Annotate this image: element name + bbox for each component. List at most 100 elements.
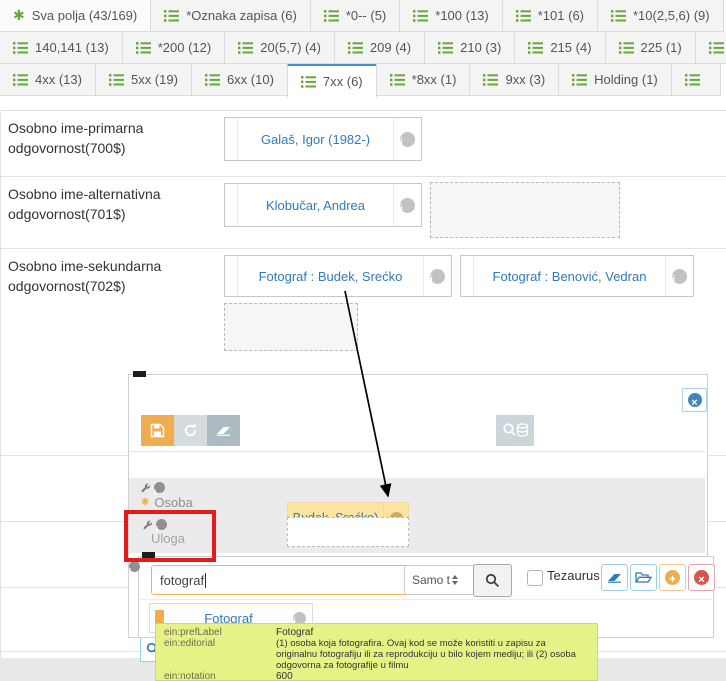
clear-search-button[interactable] bbox=[601, 564, 628, 591]
wrench-icon[interactable] bbox=[141, 483, 151, 493]
row-separator bbox=[0, 110, 726, 111]
info-icon[interactable] bbox=[154, 482, 165, 493]
tab-overflow-2[interactable] bbox=[671, 64, 721, 96]
search-button[interactable] bbox=[473, 564, 512, 597]
tab-holding[interactable]: Holding (1) bbox=[558, 64, 672, 96]
tooltip-key: ein:prefLabel bbox=[164, 627, 276, 638]
refresh-button[interactable] bbox=[174, 415, 207, 446]
tab-label: *0-- (5) bbox=[346, 8, 386, 23]
authority-link[interactable]: Fotograf : Budek, Srećko bbox=[238, 256, 423, 296]
tab-5xx[interactable]: 5xx (19) bbox=[95, 64, 192, 96]
chip-handle bbox=[225, 256, 238, 296]
eraser-icon bbox=[607, 572, 623, 583]
chip-info-area[interactable] bbox=[665, 256, 693, 296]
tab-215[interactable]: 215 (4) bbox=[514, 32, 605, 64]
tab-label: *101 (6) bbox=[538, 8, 584, 23]
folder-icon bbox=[635, 571, 652, 584]
required-asterisk-icon bbox=[141, 497, 149, 508]
tab-140-141[interactable]: 140,141 (13) bbox=[0, 32, 123, 64]
text-caret bbox=[205, 573, 206, 588]
info-icon bbox=[430, 269, 445, 284]
tab-225[interactable]: 225 (1) bbox=[605, 32, 696, 64]
select-spinner-icon bbox=[452, 575, 458, 585]
term-details-tooltip: ein:prefLabel Fotograf ein:editorial (1)… bbox=[155, 623, 598, 681]
add-button[interactable] bbox=[659, 564, 686, 591]
search-input[interactable]: fotograf bbox=[151, 565, 415, 595]
empty-slot-702[interactable] bbox=[224, 303, 358, 351]
authority-chip-701[interactable]: Klobučar, Andrea bbox=[224, 183, 422, 227]
authority-chip-702-1[interactable]: Fotograf : Budek, Srećko bbox=[224, 255, 452, 297]
info-icon bbox=[400, 198, 415, 213]
tab-8xx[interactable]: *8xx (1) bbox=[376, 64, 471, 96]
tab-row-2: 140,141 (13) *200 (12) 20(5,7) (4) 209 (… bbox=[0, 32, 726, 64]
list-icon bbox=[528, 42, 543, 54]
list-icon bbox=[413, 10, 428, 22]
authority-chip-700[interactable]: Galaš, Igor (1982-) bbox=[224, 117, 422, 161]
list-icon bbox=[709, 42, 724, 54]
tab-label: Holding (1) bbox=[594, 72, 658, 87]
tooltip-value: (1) osoba koja fotografira. Ovaj kod se … bbox=[276, 638, 589, 671]
chip-info-area[interactable] bbox=[423, 256, 451, 296]
list-icon bbox=[109, 74, 124, 86]
chip-info-area[interactable] bbox=[393, 118, 421, 160]
tab-10-2-5-6[interactable]: *10(2,5,6) (9) bbox=[597, 0, 724, 32]
info-icon bbox=[672, 269, 687, 284]
search-scope-select[interactable]: Samo te bbox=[404, 565, 479, 595]
x-icon bbox=[694, 570, 709, 585]
tab-209[interactable]: 209 (4) bbox=[334, 32, 425, 64]
osoba-label-text: Osoba bbox=[154, 495, 192, 510]
tab-6xx[interactable]: 6xx (10) bbox=[191, 64, 288, 96]
authority-chip-702-2[interactable]: Fotograf : Benović, Vedran bbox=[460, 255, 694, 297]
tab-label: *8xx (1) bbox=[412, 72, 457, 87]
marc-editor-app: Sva polja (43/169) *Oznaka zapisa (6) *0… bbox=[0, 0, 726, 681]
tab-4xx[interactable]: 4xx (13) bbox=[0, 64, 96, 96]
remove-button[interactable] bbox=[688, 564, 715, 591]
tab-overflow-1[interactable] bbox=[695, 32, 726, 64]
tooltip-row: ein:notation 600 bbox=[164, 671, 589, 681]
tooltip-value: 600 bbox=[276, 671, 589, 681]
authority-link[interactable]: Galaš, Igor (1982-) bbox=[238, 118, 393, 160]
close-icon bbox=[688, 393, 702, 407]
tooltip-key: ein:notation bbox=[164, 671, 276, 681]
authority-link[interactable]: Klobučar, Andrea bbox=[238, 184, 393, 226]
field-tab-bar: Sva polja (43/169) *Oznaka zapisa (6) *0… bbox=[0, 0, 726, 98]
tab-0[interactable]: *0-- (5) bbox=[310, 0, 400, 32]
tab-label: 7xx (6) bbox=[323, 74, 363, 89]
asterisk-icon bbox=[13, 7, 25, 24]
search-database-button[interactable] bbox=[496, 415, 534, 446]
empty-slot-701[interactable] bbox=[430, 182, 620, 238]
field-label-702: Osobno ime-sekundarna odgovornost(702$) bbox=[8, 256, 216, 297]
chip-handle bbox=[225, 184, 238, 226]
tab-7xx-active[interactable]: 7xx (6) bbox=[287, 64, 377, 98]
tab-label: 9xx (3) bbox=[505, 72, 545, 87]
tab-sva-polja[interactable]: Sva polja (43/169) bbox=[0, 0, 151, 32]
popup-drag-handle[interactable] bbox=[133, 371, 146, 377]
open-folder-button[interactable] bbox=[630, 564, 657, 591]
tab-label: 140,141 (13) bbox=[35, 40, 109, 55]
tab-9xx[interactable]: 9xx (3) bbox=[469, 64, 559, 96]
list-icon bbox=[348, 42, 363, 54]
tab-oznaka-zapisa[interactable]: *Oznaka zapisa (6) bbox=[150, 0, 311, 32]
tab-label: 215 (4) bbox=[550, 40, 591, 55]
refresh-icon bbox=[183, 423, 198, 438]
tab-100[interactable]: *100 (13) bbox=[399, 0, 502, 32]
tab-210[interactable]: 210 (3) bbox=[424, 32, 515, 64]
popup-close-button[interactable] bbox=[682, 388, 707, 412]
tab-label: 209 (4) bbox=[370, 40, 411, 55]
tezaurus-checkbox[interactable] bbox=[527, 570, 543, 586]
tab-200[interactable]: *200 (12) bbox=[122, 32, 225, 64]
tab-20-5-7[interactable]: 20(5,7) (4) bbox=[224, 32, 335, 64]
eraser-icon bbox=[216, 425, 232, 436]
tab-101[interactable]: *101 (6) bbox=[502, 0, 598, 32]
list-icon bbox=[301, 76, 316, 88]
authority-link[interactable]: Fotograf : Benović, Vedran bbox=[474, 256, 665, 296]
list-icon bbox=[611, 10, 626, 22]
clear-button[interactable] bbox=[207, 415, 240, 446]
select-value: Samo te bbox=[412, 573, 450, 587]
list-icon bbox=[13, 74, 28, 86]
chip-info-area[interactable] bbox=[393, 184, 421, 226]
list-icon bbox=[438, 42, 453, 54]
uloga-empty-slot[interactable] bbox=[287, 517, 409, 547]
search-info-icon[interactable] bbox=[129, 561, 140, 572]
save-button[interactable] bbox=[141, 415, 174, 446]
